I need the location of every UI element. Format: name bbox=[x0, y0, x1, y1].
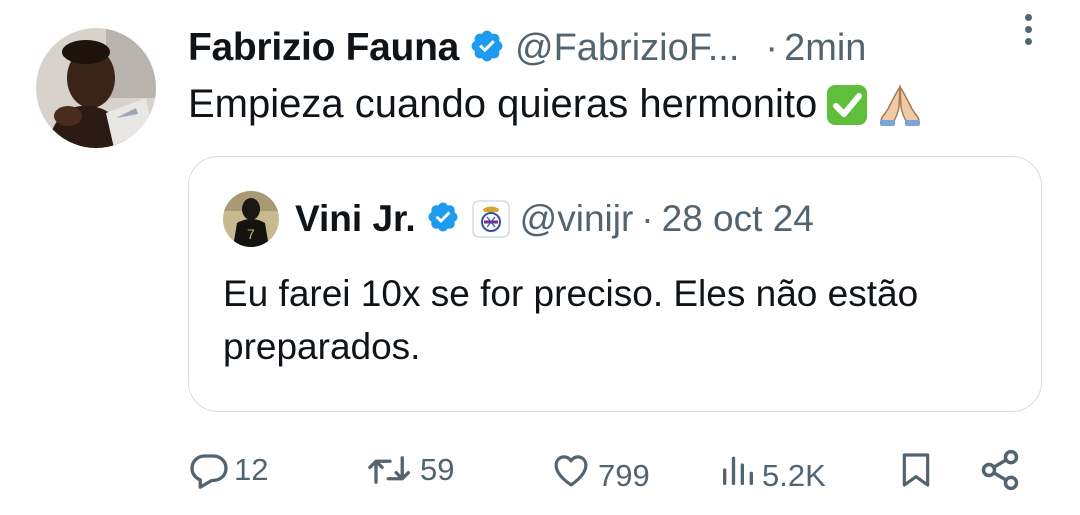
more-options-icon[interactable] bbox=[1020, 14, 1036, 54]
reply-button[interactable]: 12 bbox=[188, 440, 268, 500]
quoted-author-avatar[interactable]: 7 bbox=[223, 191, 279, 247]
tweet-text-content: Empieza cuando quieras hermonito bbox=[188, 82, 818, 126]
views-button[interactable]: 5.2K bbox=[718, 440, 826, 500]
tweet-action-bar: 12 59 799 5.2K bbox=[188, 440, 1038, 500]
quoted-author-name[interactable]: Vini Jr. bbox=[295, 198, 416, 240]
reply-count: 12 bbox=[234, 452, 269, 487]
quoted-tweet-text: Eu farei 10x se for preciso. Eles não es… bbox=[223, 273, 919, 367]
quoted-tweet-header: 7 Vini Jr. @vinijr · 28 oct 24 bbox=[223, 191, 814, 247]
author-name[interactable]: Fabrizio Fauna bbox=[188, 26, 459, 70]
bookmark-icon bbox=[896, 448, 936, 492]
verified-badge-icon[interactable] bbox=[469, 28, 505, 69]
separator-dot: · bbox=[765, 26, 779, 69]
author-avatar[interactable] bbox=[36, 28, 156, 148]
views-icon bbox=[718, 449, 758, 491]
repost-icon bbox=[364, 449, 416, 491]
repost-count: 59 bbox=[420, 452, 455, 487]
tweet-timestamp[interactable]: 2min bbox=[784, 27, 866, 70]
like-button[interactable]: 799 bbox=[548, 440, 650, 500]
quoted-separator-dot: · bbox=[641, 198, 654, 239]
check-mark-button-icon bbox=[825, 83, 869, 127]
share-icon bbox=[978, 448, 1022, 492]
tweet-header: Fabrizio Fauna @FabrizioF... · 2min bbox=[188, 20, 1048, 76]
quoted-tweet-date[interactable]: 28 oct 24 bbox=[662, 198, 814, 240]
reply-icon bbox=[188, 449, 230, 491]
repost-button[interactable]: 59 bbox=[364, 440, 454, 500]
quoted-author-handle[interactable]: @vinijr bbox=[520, 198, 634, 240]
tweet-text: Empieza cuando quieras hermonito bbox=[188, 82, 923, 127]
share-button[interactable] bbox=[978, 440, 1022, 500]
views-count: 5.2K bbox=[762, 458, 826, 493]
svg-text:7: 7 bbox=[247, 226, 255, 242]
bookmark-button[interactable] bbox=[896, 440, 936, 500]
folded-hands-icon bbox=[877, 83, 923, 127]
like-count: 799 bbox=[598, 458, 650, 493]
author-handle[interactable]: @FabrizioF... bbox=[515, 27, 739, 70]
quoted-tweet[interactable]: 7 Vini Jr. @vinijr · 28 oct 24 Eu farei … bbox=[188, 156, 1042, 412]
real-madrid-crest-icon[interactable] bbox=[471, 200, 510, 238]
heart-icon bbox=[548, 449, 594, 491]
quoted-verified-badge-icon[interactable] bbox=[426, 200, 460, 239]
